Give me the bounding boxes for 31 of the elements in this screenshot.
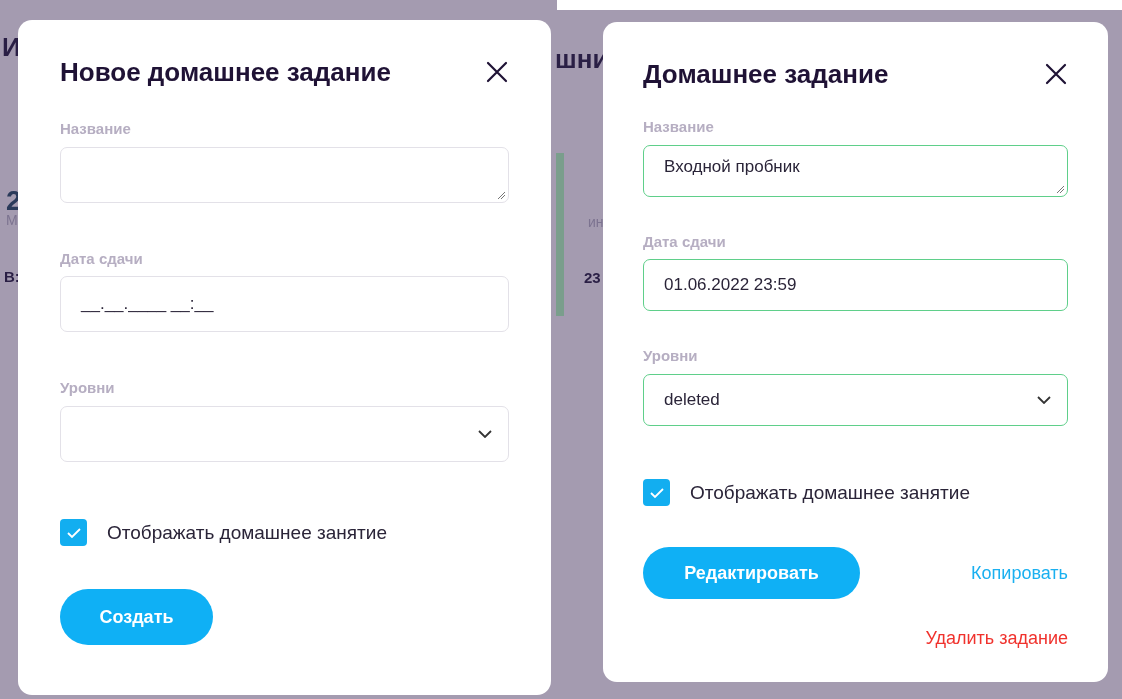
textarea-field[interactable]: Входной пробник [643, 144, 1068, 197]
field-label: Дата сдачи [643, 231, 727, 252]
close-icon[interactable] [485, 60, 509, 84]
checkbox[interactable] [60, 519, 87, 547]
date-input-field[interactable]: 01.06.2022 23:59 [643, 259, 1068, 311]
field-label: Уровни [643, 346, 699, 366]
checkbox-label: Отображать домашнее занятие [690, 480, 970, 505]
textarea-field[interactable] [60, 146, 509, 203]
background-text: В: [4, 267, 20, 287]
select-field[interactable] [60, 405, 509, 462]
field-label: Название [643, 117, 715, 137]
resize-handle-icon [1056, 184, 1064, 193]
field-label: Название [60, 119, 132, 139]
field-value: 01.06.2022 23:59 [664, 274, 797, 297]
background-text: 23 [584, 268, 601, 288]
field-label: Дата сдачи [60, 248, 144, 269]
dialog-title: Новое домашнее задание [60, 56, 391, 88]
select-field[interactable]: deleted [643, 373, 1068, 426]
date-input-field[interactable]: __.__.____ __:__ [60, 276, 509, 332]
field-label: Уровни [60, 378, 116, 398]
dialog-title: Домашнее задание [643, 58, 889, 90]
resize-handle-icon [497, 190, 505, 199]
chevron-down-icon [478, 429, 492, 438]
field-value: deleted [664, 388, 720, 411]
close-icon[interactable] [1044, 62, 1068, 86]
field-value: __.__.____ __:__ [81, 293, 214, 316]
delete-link[interactable]: Удалить задание [925, 625, 1068, 652]
field-value: Входной пробник [664, 156, 800, 176]
chevron-down-icon [1037, 395, 1051, 404]
checkbox[interactable] [643, 479, 670, 507]
checkbox-label: Отображать домашнее занятие [107, 520, 387, 545]
